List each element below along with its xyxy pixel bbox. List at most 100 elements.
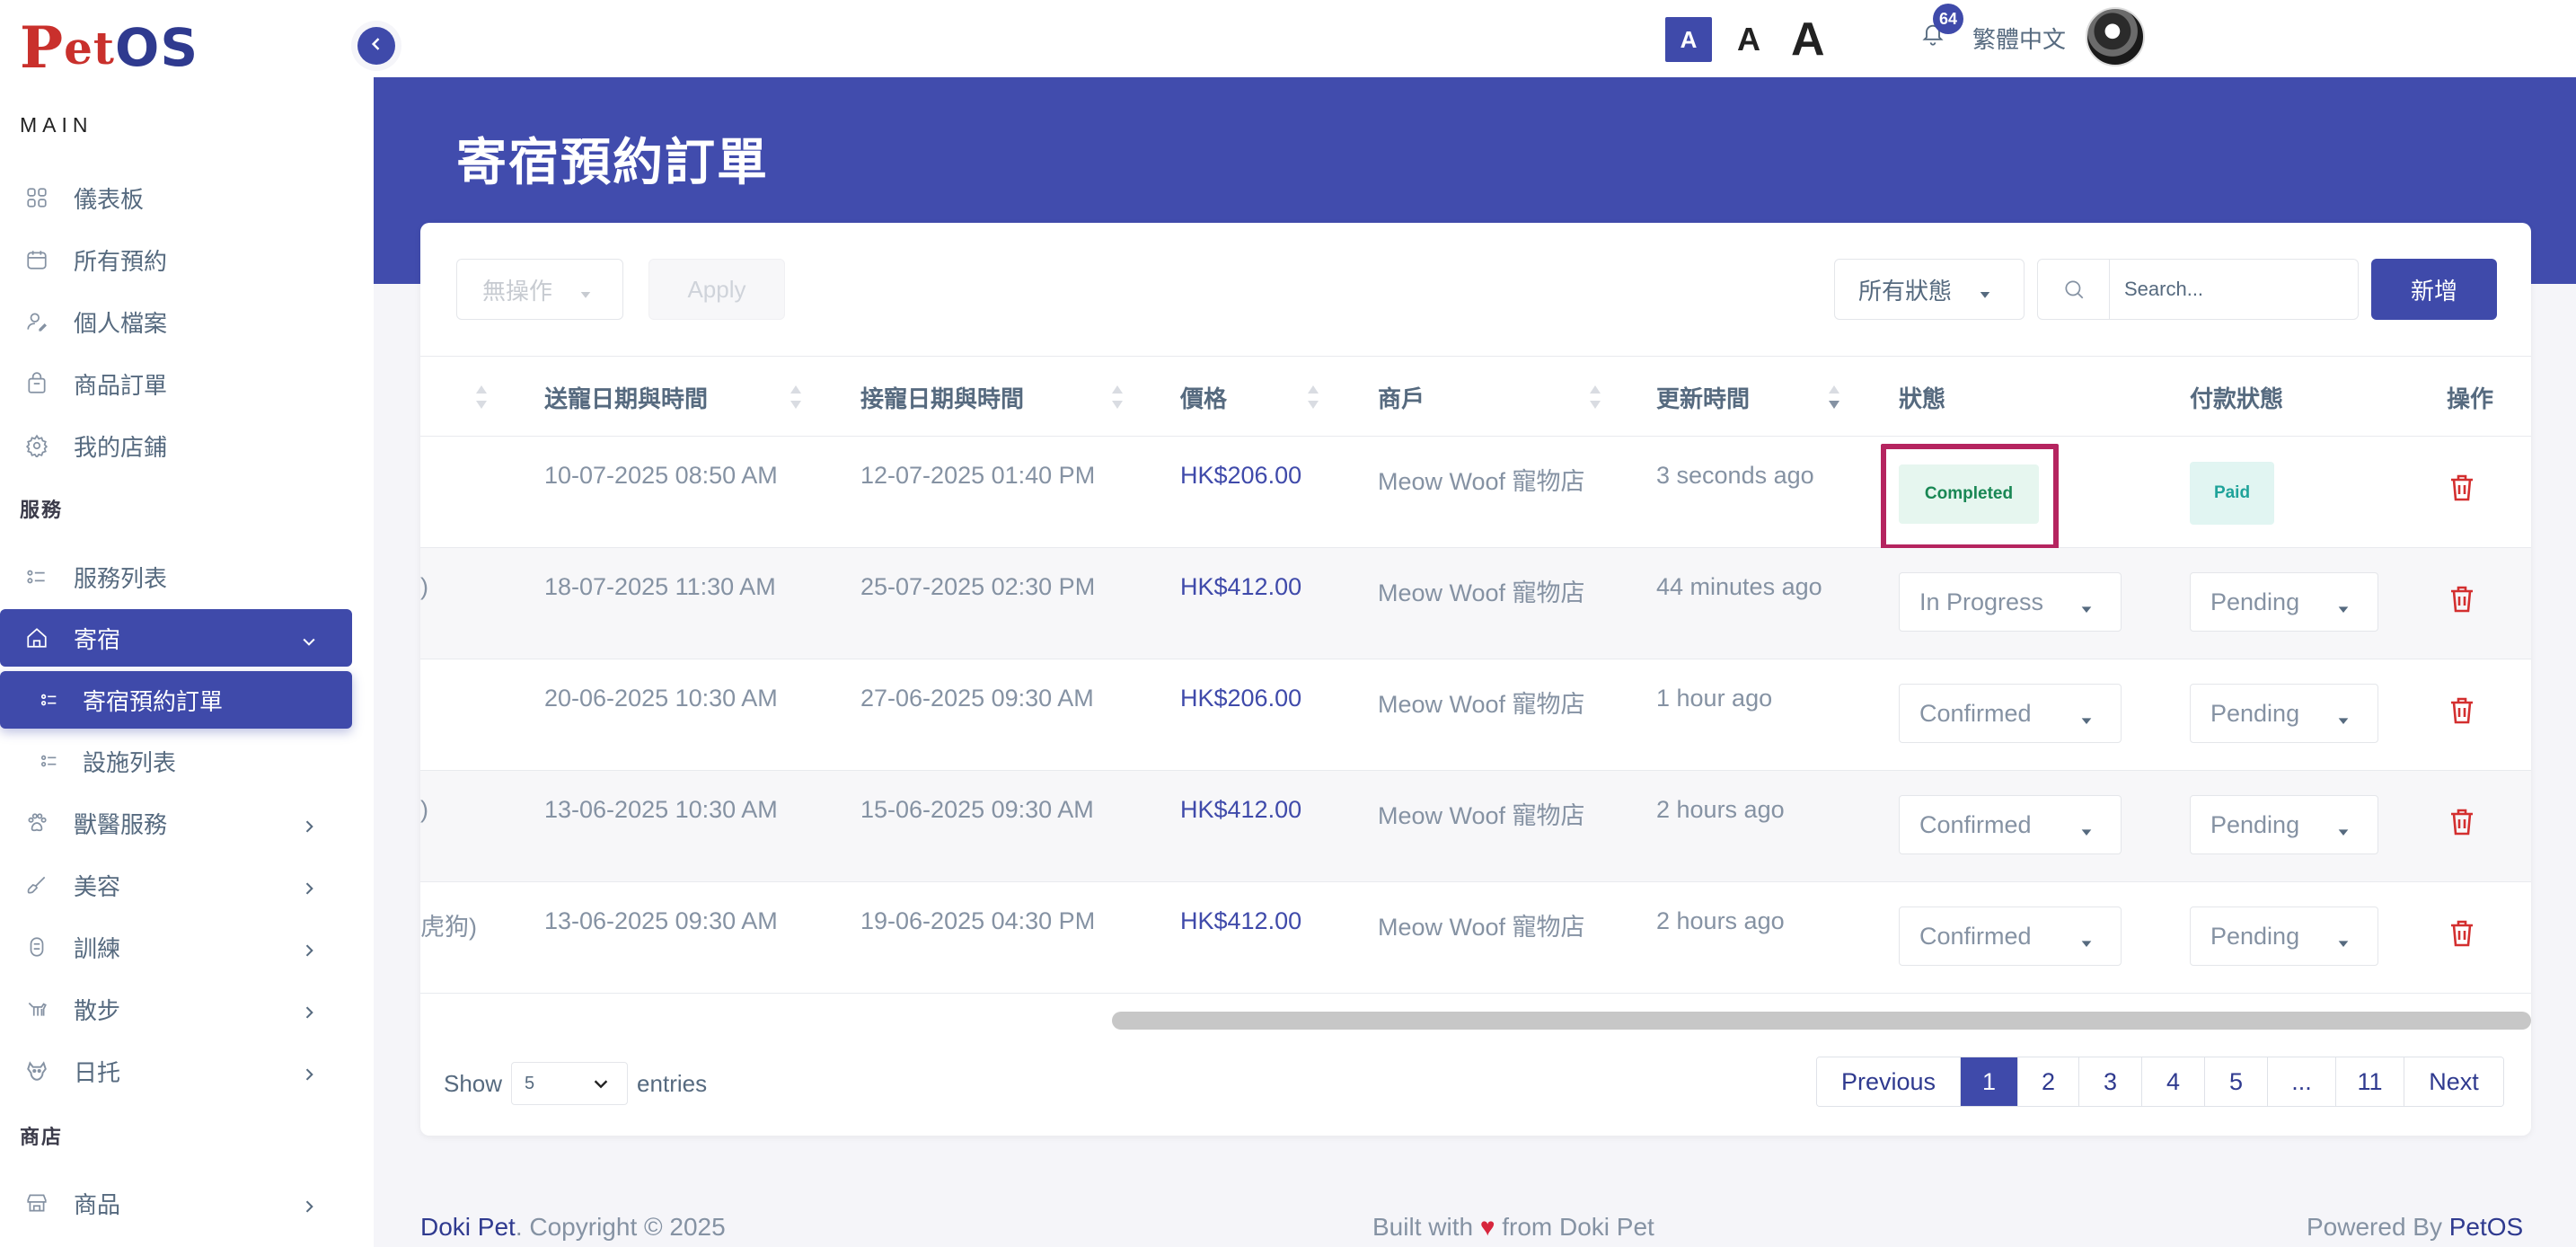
section-services: 服務 — [20, 499, 64, 521]
chevron-left-icon — [367, 35, 385, 57]
payment-select[interactable]: Pending — [2190, 795, 2378, 854]
page-button-11[interactable]: 11 — [2336, 1057, 2404, 1106]
trash-icon[interactable] — [2448, 918, 2475, 949]
payment-select[interactable]: Pending — [2190, 907, 2378, 966]
section-main: MAIN — [20, 113, 93, 137]
sidebar-item-label: 個人檔案 — [74, 309, 168, 337]
status-select[interactable]: Confirmed — [1899, 684, 2122, 743]
pickup-cell: 12-07-2025 01:40 PM — [860, 462, 1096, 489]
footer-powered-prefix: Powered By — [2307, 1213, 2449, 1241]
dog-walk-icon — [25, 997, 49, 1021]
column-header-price[interactable]: 價格 — [1180, 357, 1227, 438]
table-row: 10-07-2025 08:50 AM 12-07-2025 01:40 PM … — [420, 437, 2531, 550]
entries-value: 5 — [525, 1073, 535, 1093]
status-select-value: Confirmed — [1919, 922, 2032, 950]
column-header-payment: 付款狀態 — [2190, 385, 2284, 412]
language-switcher[interactable]: 繁體中文 — [1972, 22, 2066, 55]
brush-icon — [25, 873, 49, 897]
search-icon — [2038, 260, 2110, 319]
avatar[interactable] — [2086, 7, 2145, 66]
next-page-button[interactable]: Next — [2404, 1057, 2503, 1106]
sidebar-item-daycare[interactable]: 日托 — [0, 1042, 352, 1100]
trash-icon[interactable] — [2448, 473, 2475, 503]
sidebar-item-label: 散步 — [74, 996, 121, 1024]
add-button[interactable]: 新增 — [2371, 259, 2497, 320]
sidebar-item-walking[interactable]: 散步 — [0, 980, 352, 1038]
trash-icon[interactable] — [2448, 584, 2475, 615]
sort-icon[interactable] — [1306, 382, 1320, 412]
column-header-pickup[interactable]: 接寵日期與時間 — [860, 357, 1024, 438]
petos-logo[interactable]: Pet OS — [20, 14, 199, 82]
page-button-4[interactable]: 4 — [2142, 1057, 2205, 1106]
updated-cell: 44 minutes ago — [1656, 573, 1822, 600]
font-size-switcher: A A A — [1665, 13, 1831, 66]
sidebar-item-products[interactable]: 商品 — [0, 1174, 352, 1232]
sidebar-item-my-store[interactable]: 我的店鋪 — [0, 417, 352, 474]
updated-cell: 2 hours ago — [1656, 907, 1785, 934]
payment-select[interactable]: Pending — [2190, 572, 2378, 632]
caret-down-icon — [2336, 595, 2351, 613]
footer-built-with: Built with ♥ from Doki Pet — [1372, 1213, 1654, 1242]
footer-petos-link[interactable]: PetOS — [2449, 1213, 2523, 1241]
footer-brand-link[interactable]: Doki Pet — [420, 1213, 516, 1241]
table-row: 虎狗) 13-06-2025 09:30 AM 19-06-2025 04:30… — [420, 882, 2531, 994]
sort-icon[interactable] — [1110, 382, 1125, 412]
entries-control: Show 5 entries — [444, 1062, 707, 1105]
status-filter-select[interactable]: 所有狀態 — [1834, 259, 2025, 320]
bulk-action-select[interactable]: 無操作 — [456, 259, 623, 320]
column-header-merchant[interactable]: 商戶 — [1378, 357, 1425, 438]
payment-select[interactable]: Pending — [2190, 684, 2378, 743]
user-edit-icon — [25, 310, 49, 333]
sidebar-item-all-bookings[interactable]: 所有預約 — [0, 231, 352, 288]
page-button-1[interactable]: 1 — [1961, 1057, 2018, 1106]
show-label: Show — [444, 1069, 503, 1097]
footer-powered-by: Powered By PetOS — [2307, 1213, 2523, 1242]
logo-letters-os: OS — [115, 17, 199, 78]
trash-icon[interactable] — [2448, 695, 2475, 726]
sidebar-item-service-list[interactable]: 服務列表 — [0, 548, 352, 606]
apply-button[interactable]: Apply — [648, 259, 785, 320]
pickup-cell: 15-06-2025 09:30 AM — [860, 796, 1094, 823]
status-select[interactable]: Confirmed — [1899, 795, 2122, 854]
price-cell: HK$412.00 — [1180, 796, 1302, 823]
sidebar-item-dashboard[interactable]: 儀表板 — [0, 169, 352, 226]
search-box — [2037, 259, 2359, 320]
status-select[interactable]: In Progress — [1899, 572, 2122, 632]
previous-page-button[interactable]: Previous — [1817, 1057, 1961, 1106]
sidebar-item-training[interactable]: 訓練 — [0, 918, 352, 976]
sort-icon[interactable] — [474, 382, 489, 412]
status-select-value: Confirmed — [1919, 699, 2032, 727]
merchant-cell: Meow Woof 寵物店 — [1378, 468, 1585, 495]
font-size-small-button[interactable]: A — [1665, 17, 1712, 62]
sidebar-item-boarding[interactable]: 寄宿 — [0, 609, 352, 667]
page-button-5[interactable]: 5 — [2205, 1057, 2268, 1106]
sidebar-item-vet[interactable]: 獸醫服務 — [0, 794, 352, 852]
sidebar-item-facility-list[interactable]: 設施列表 — [0, 732, 352, 790]
column-header-dropoff[interactable]: 送寵日期與時間 — [544, 357, 708, 438]
page-button-2[interactable]: 2 — [2018, 1057, 2079, 1106]
payment-select-value: Pending — [2210, 922, 2300, 950]
sidebar-item-profile[interactable]: 個人檔案 — [0, 293, 352, 350]
sort-desc-icon[interactable] — [1827, 382, 1841, 412]
sidebar-item-boarding-orders[interactable]: 寄宿預約訂單 — [0, 671, 352, 729]
dropoff-cell: 13-06-2025 10:30 AM — [544, 796, 778, 823]
font-size-large-button[interactable]: A — [1786, 13, 1831, 66]
sidebar-collapse-button[interactable] — [357, 27, 395, 65]
sort-icon[interactable] — [789, 382, 803, 412]
status-select[interactable]: Confirmed — [1899, 907, 2122, 966]
search-input[interactable] — [2110, 278, 2352, 301]
calendar-icon — [25, 248, 49, 271]
font-size-medium-button[interactable]: A — [1728, 21, 1769, 58]
caret-down-icon — [2079, 818, 2094, 836]
sidebar-item-grooming[interactable]: 美容 — [0, 856, 352, 914]
sort-icon[interactable] — [1588, 382, 1602, 412]
sidebar: Pet OS MAIN 儀表板 所有預約 個人檔案 商品訂單 我的店鋪 服務 服務… — [0, 0, 374, 1247]
column-header-updated[interactable]: 更新時間 — [1656, 357, 1750, 438]
sidebar-item-product-orders[interactable]: 商品訂單 — [0, 355, 352, 412]
trash-icon[interactable] — [2448, 807, 2475, 837]
updated-cell: 3 seconds ago — [1656, 462, 1814, 489]
page-button-3[interactable]: 3 — [2079, 1057, 2142, 1106]
entries-select[interactable]: 5 — [511, 1062, 629, 1105]
dropoff-cell: 13-06-2025 09:30 AM — [544, 907, 778, 934]
horizontal-scrollbar[interactable] — [1112, 1012, 2531, 1030]
